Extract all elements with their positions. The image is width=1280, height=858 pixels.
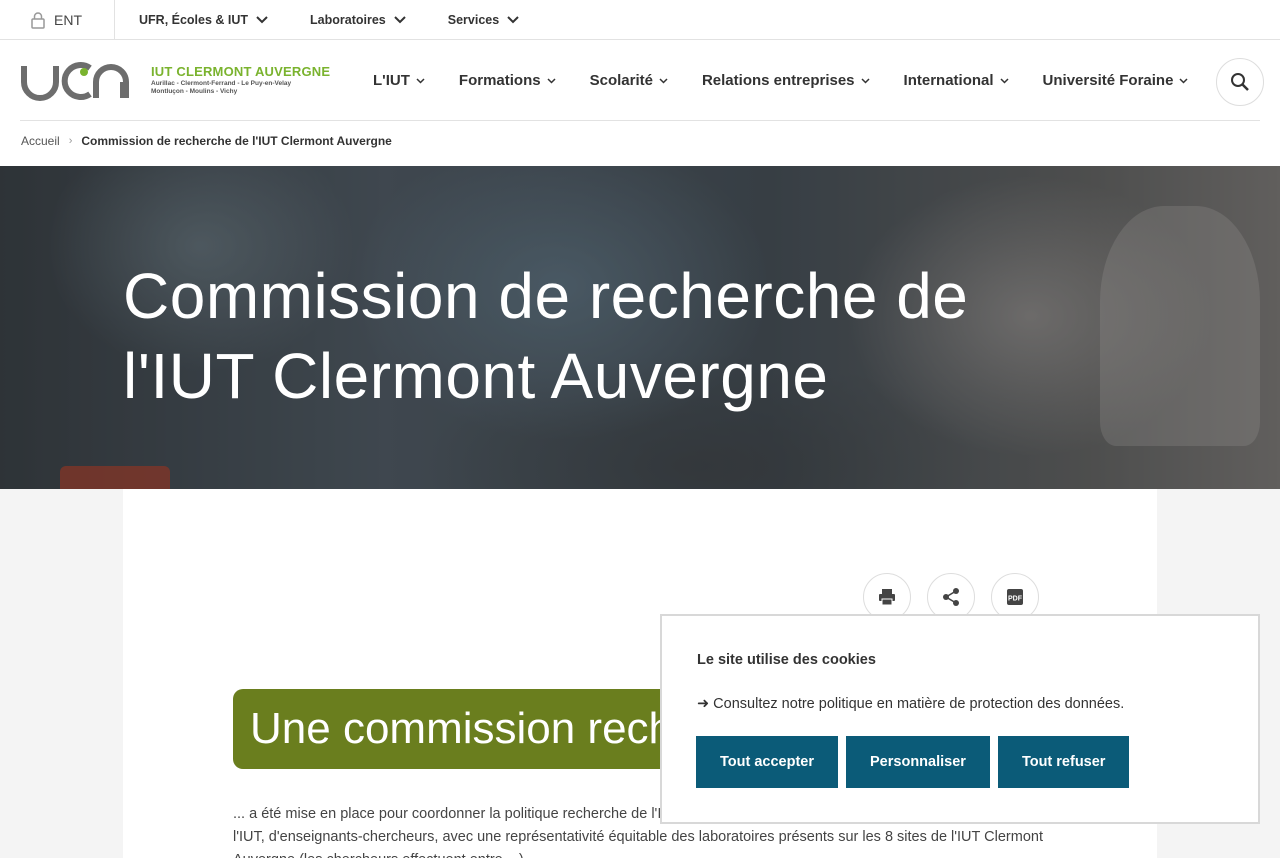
search-button[interactable] (1216, 58, 1264, 106)
customize-button[interactable]: Personnaliser (846, 736, 990, 788)
chevron-down-icon (394, 15, 406, 23)
topbar-link-label: UFR, Écoles & IUT (139, 12, 249, 27)
nav-item-formations[interactable]: Formations (459, 72, 556, 89)
nav-item-label: Scolarité (589, 72, 653, 89)
chevron-down-icon (547, 77, 556, 84)
chevron-down-icon (861, 77, 870, 84)
topbar-link-ufr[interactable]: UFR, Écoles & IUT (139, 13, 268, 27)
cookie-title: Le site utilise des cookies (697, 652, 876, 668)
topbar-link-label: Services (447, 12, 500, 27)
main-nav: L'IUT Formations Scolarité Relations ent… (373, 40, 1222, 121)
page-title: Commission de recherche de l'IUT Clermon… (123, 260, 969, 412)
nav-item-label: International (903, 72, 994, 89)
nav-item-label: Université Foraine (1042, 72, 1174, 89)
uca-logo-mark (21, 62, 129, 101)
topbar-link-services[interactable]: Services (448, 13, 519, 27)
top-utility-bar: ENT UFR, Écoles & IUT Laboratoires Servi… (0, 0, 1280, 40)
ent-label: ENT (54, 11, 82, 28)
chevron-down-icon (507, 15, 519, 23)
cookie-banner: Le site utilise des cookies ➜ Consultez … (660, 614, 1260, 824)
breadcrumb-home-link[interactable]: Accueil (21, 134, 60, 148)
site-logo[interactable]: IUT CLERMONT AUVERGNE Aurillac - Clermon… (20, 58, 330, 102)
refuse-all-button[interactable]: Tout refuser (997, 736, 1130, 788)
topbar-link-laboratoires[interactable]: Laboratoires (310, 13, 406, 27)
nav-item-iut[interactable]: L'IUT (373, 72, 425, 89)
chevron-down-icon (1000, 77, 1009, 84)
share-icon (943, 588, 959, 606)
accept-all-button[interactable]: Tout accepter (696, 736, 839, 788)
nav-item-label: Formations (458, 72, 541, 89)
breadcrumb: Accueil › Commission de recherche de l'I… (0, 120, 1280, 166)
logo-text: IUT CLERMONT AUVERGNE Aurillac - Clermon… (151, 64, 330, 96)
chevron-down-icon (659, 77, 668, 84)
logo-subtitle-2: Montluçon - Moulins - Vichy (151, 88, 238, 95)
nav-item-label: L'IUT (373, 72, 410, 89)
nav-item-relations-entreprises[interactable]: Relations entreprises (702, 72, 870, 89)
logo-title: IUT CLERMONT AUVERGNE (151, 64, 331, 79)
topbar-link-label: Laboratoires (310, 12, 386, 27)
chevron-down-icon (416, 77, 425, 84)
lock-icon (31, 11, 45, 29)
chevron-down-icon (256, 15, 268, 23)
nav-item-international[interactable]: International (904, 72, 1009, 89)
pdf-icon: PDF (1007, 589, 1023, 605)
privacy-policy-link[interactable]: ➜ Consultez notre politique en matière d… (697, 696, 1124, 712)
logo-subtitle-1: Aurillac - Clermont-Ferrand - Le Puy-en-… (151, 80, 292, 87)
chevron-down-icon (1179, 77, 1188, 84)
ent-link[interactable]: ENT (0, 0, 115, 40)
hero-banner: Commission de recherche de l'IUT Clermon… (0, 166, 1280, 489)
cookie-actions: Tout accepter Personnaliser Tout refuser (696, 736, 1130, 788)
divider (20, 120, 1260, 121)
breadcrumb-current: Commission de recherche de l'IUT Clermon… (81, 134, 392, 148)
breadcrumb-separator: › (68, 135, 73, 147)
main-header: IUT CLERMONT AUVERGNE Aurillac - Clermon… (0, 40, 1280, 121)
search-icon (1231, 73, 1249, 91)
nav-item-scolarite[interactable]: Scolarité (590, 72, 668, 89)
nav-item-universite-foraine[interactable]: Université Foraine (1043, 72, 1189, 89)
nav-item-label: Relations entreprises (701, 72, 855, 89)
print-icon (879, 589, 895, 606)
pdf-label: PDF (1008, 596, 1023, 603)
